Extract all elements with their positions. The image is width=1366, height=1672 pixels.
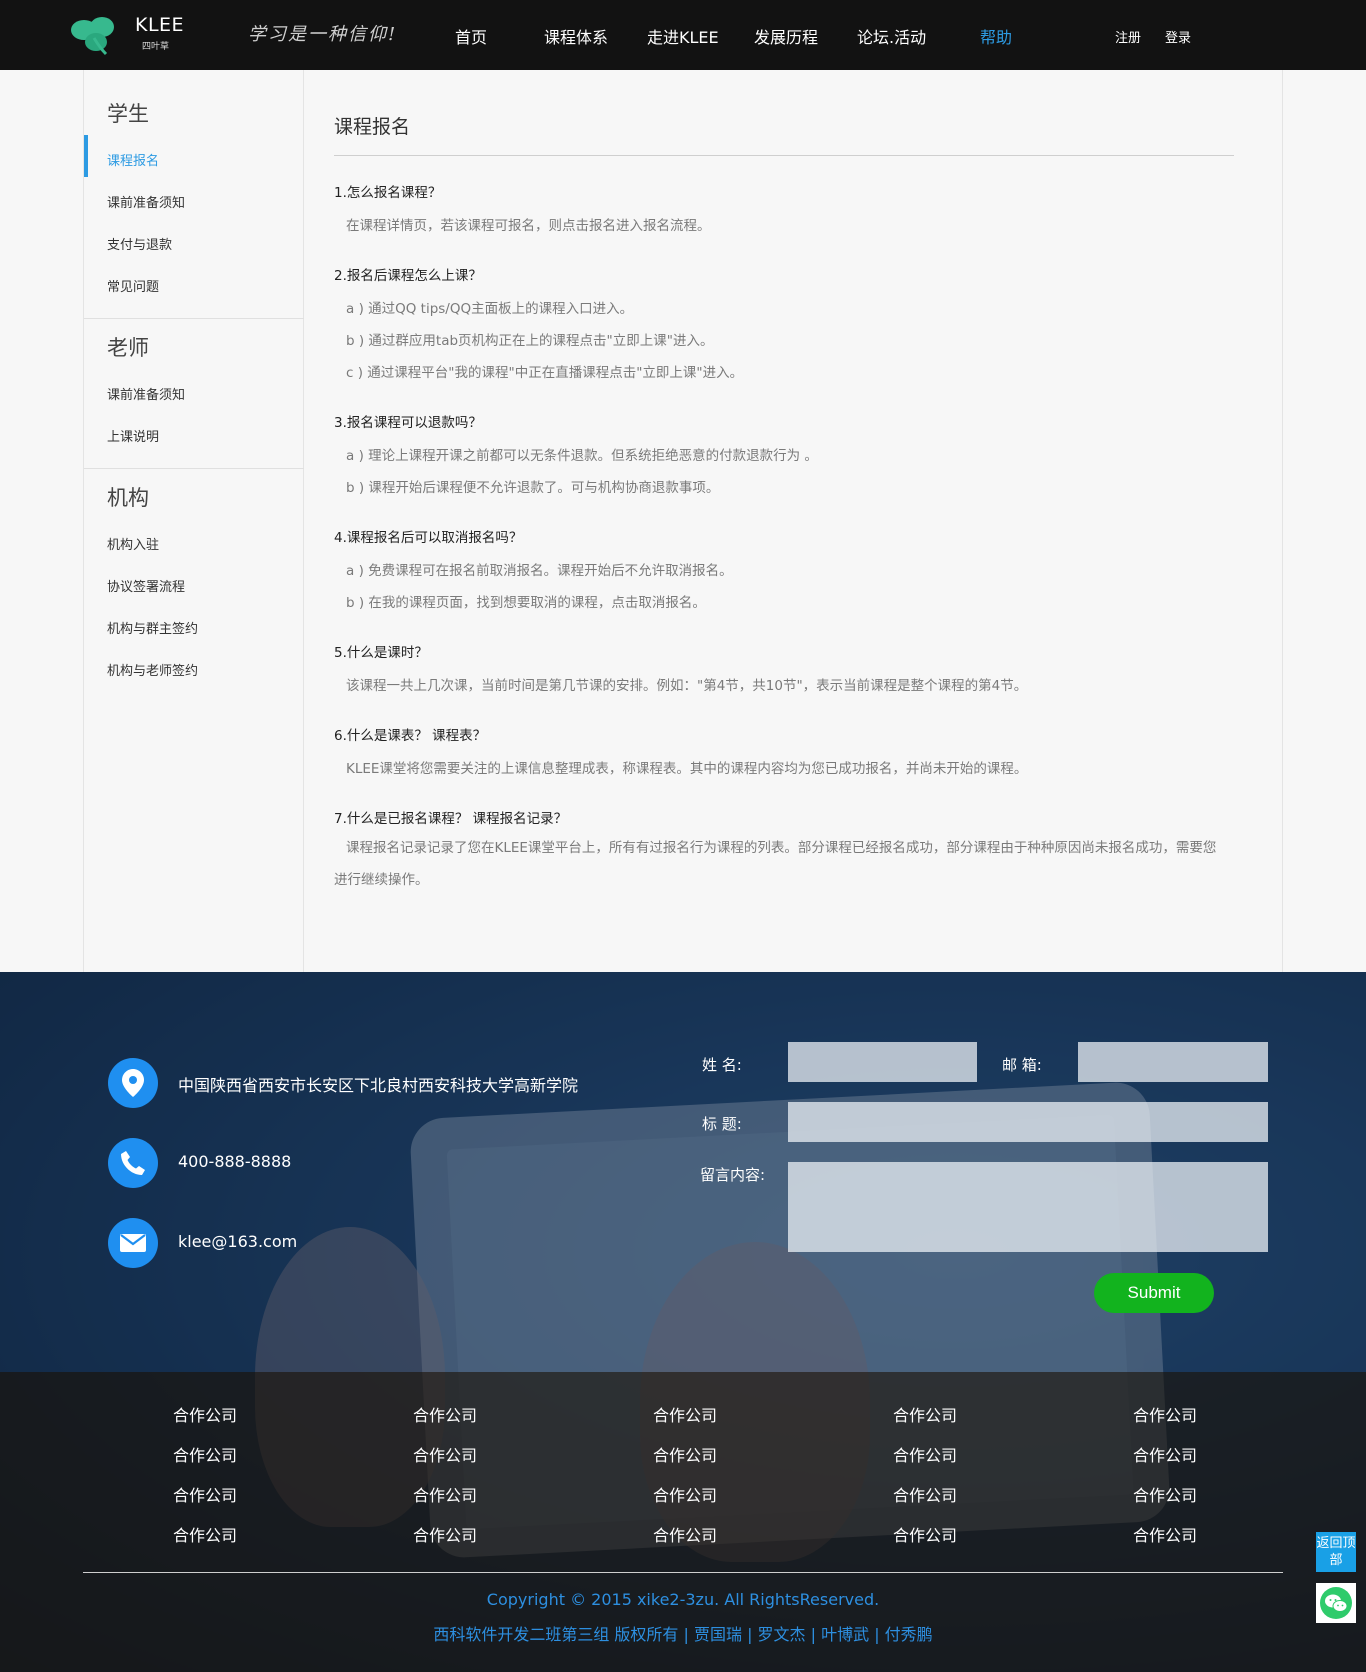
answer: b ) 在我的课程页面，找到想要取消的课程，点击取消报名。 [346,595,706,611]
partner-link[interactable]: 合作公司 [625,1402,745,1426]
login-link[interactable]: 登录 [1165,27,1191,46]
email-label: 邮 箱: [1002,1056,1042,1074]
partner-link[interactable]: 合作公司 [865,1442,985,1466]
partner-link[interactable]: 合作公司 [385,1522,505,1546]
answer: 课程报名记录记录了您在KLEE课堂平台上，所有有过报名行为课程的列表。部分课程已… [334,840,1217,888]
email-input[interactable] [1078,1042,1268,1082]
register-link[interactable]: 注册 [1115,27,1141,46]
partner-link[interactable]: 合作公司 [865,1402,985,1426]
page-title: 课程报名 [334,116,411,138]
sidebar-heading-students: 学生 [107,102,149,126]
partner-link[interactable]: 合作公司 [865,1522,985,1546]
sidebar-item-class-guide[interactable]: 上课说明 [107,426,159,445]
name-label: 姓 名: [702,1056,742,1074]
phone-icon [108,1138,158,1188]
partner-link[interactable]: 合作公司 [145,1482,265,1506]
active-indicator [84,135,88,177]
wechat-button[interactable] [1316,1583,1356,1623]
message-label: 留言内容: [700,1166,766,1184]
partner-link[interactable]: 合作公司 [1105,1402,1225,1426]
answer: c ) 通过课程平台"我的课程"中正在直播课程点击"立即上课"进入。 [346,365,744,381]
answer: 在课程详情页，若该课程可报名，则点击报名进入报名流程。 [346,218,711,234]
nav-help[interactable]: 帮助 [980,24,1012,48]
sidebar-item-institution-join[interactable]: 机构入驻 [107,534,159,553]
title-divider [334,155,1234,156]
credits-text: 西科软件开发二班第三组 版权所有 | 贾国瑞 | 罗文杰 | 叶博武 | 付秀鹏 [433,1625,933,1644]
partner-link[interactable]: 合作公司 [145,1522,265,1546]
sidebar-item-teacher-contract[interactable]: 机构与老师签约 [107,660,198,679]
back-to-top-button[interactable]: 返回顶部 [1316,1532,1356,1572]
nav-history[interactable]: 发展历程 [754,24,818,48]
question: 2.报名后课程怎么上课？ [334,268,482,284]
location-icon [108,1058,158,1108]
help-sidebar: 学生 课程报名 课前准备须知 支付与退款 常见问题 老师 课前准备须知 上课说明… [84,70,304,972]
sidebar-item-faq[interactable]: 常见问题 [107,276,159,295]
question: 4.课程报名后可以取消报名吗？ [334,530,523,546]
contact-address: 中国陕西省西安市长安区下北良村西安科技大学高新学院 [178,1076,579,1095]
partner-link[interactable]: 合作公司 [385,1442,505,1466]
sidebar-divider [84,318,304,319]
answer: KLEE课堂将您需要关注的上课信息整理成表，称课程表。其中的课程内容均为您已成功… [346,761,1028,777]
sidebar-item-payment-refund[interactable]: 支付与退款 [107,234,172,253]
site-header: KLEE 四叶草 学习是一种信仰! 首页 课程体系 走进KLEE 发展历程 论坛… [0,0,1366,70]
contact-phone: 400-888-8888 [178,1152,292,1171]
partner-link[interactable]: 合作公司 [625,1522,745,1546]
answer: 该课程一共上几次课，当前时间是第几节课的安排。例如："第4节，共10节"，表示当… [346,678,1028,694]
site-footer: 中国陕西省西安市长安区下北良村西安科技大学高新学院 400-888-8888 k… [0,972,1366,1672]
mail-icon [108,1218,158,1268]
partner-link[interactable]: 合作公司 [385,1482,505,1506]
footer-divider [83,1572,1283,1573]
answer: b ) 课程开始后课程便不允许退款了。可与机构协商退款事项。 [346,480,720,496]
answer: b ) 通过群应用tab页机构正在上的课程点击"立即上课"进入。 [346,333,714,349]
partner-link[interactable]: 合作公司 [625,1442,745,1466]
name-input[interactable] [788,1042,977,1082]
sidebar-heading-institutions: 机构 [107,486,149,510]
sidebar-item-agreement-flow[interactable]: 协议签署流程 [107,576,185,595]
sidebar-item-teacher-pre-class[interactable]: 课前准备须知 [107,384,185,403]
answer: a ) 免费课程可在报名前取消报名。课程开始后不允许取消报名。 [346,563,733,579]
partner-link[interactable]: 合作公司 [1105,1442,1225,1466]
content-area: 学生 课程报名 课前准备须知 支付与退款 常见问题 老师 课前准备须知 上课说明… [83,70,1283,972]
partners-section: 合作公司 合作公司 合作公司 合作公司 合作公司 合作公司 合作公司 合作公司 … [0,1372,1366,1672]
sidebar-divider [84,468,304,469]
partner-link[interactable]: 合作公司 [1105,1482,1225,1506]
nav-forum[interactable]: 论坛.活动 [857,24,926,48]
partner-link[interactable]: 合作公司 [1105,1522,1225,1546]
partner-link[interactable]: 合作公司 [385,1402,505,1426]
slogan: 学习是一种信仰! [248,24,398,45]
sidebar-item-course-enroll[interactable]: 课程报名 [107,150,159,169]
contact-email: klee@163.com [178,1232,298,1251]
copyright-text: Copyright © 2015 xike2-3zu. All RightsRe… [486,1590,880,1609]
message-textarea[interactable] [788,1162,1268,1252]
partner-link[interactable]: 合作公司 [145,1442,265,1466]
subject-label: 标 题: [702,1115,742,1133]
nav-about[interactable]: 走进KLEE [647,24,719,48]
question: 7.什么是已报名课程？ 课程报名记录？ [334,811,568,827]
sidebar-item-group-owner-contract[interactable]: 机构与群主签约 [107,618,198,637]
nav-courses[interactable]: 课程体系 [544,24,608,48]
logo-text: KLEE [135,14,185,36]
question: 1.怎么报名课程？ [334,185,442,201]
answer: a ) 通过QQ tips/QQ主面板上的课程入口进入。 [346,301,634,317]
wechat-icon [1320,1587,1352,1619]
logo-subtitle: 四叶草 [142,42,170,52]
partner-link[interactable]: 合作公司 [145,1402,265,1426]
answer: a ) 理论上课程开课之前都可以无条件退款。但系统拒绝恶意的付款退款行为 。 [346,448,818,464]
subject-input[interactable] [788,1102,1268,1142]
question: 3.报名课程可以退款吗？ [334,415,482,431]
sidebar-item-pre-class[interactable]: 课前准备须知 [107,192,185,211]
question: 6.什么是课表？ 课程表？ [334,728,487,744]
sidebar-heading-teachers: 老师 [107,336,149,360]
help-article: 课程报名 1.怎么报名课程？ 在课程详情页，若该课程可报名，则点击报名进入报名流… [334,70,1234,972]
partner-link[interactable]: 合作公司 [625,1482,745,1506]
partner-link[interactable]: 合作公司 [865,1482,985,1506]
logo-link[interactable]: KLEE 四叶草 [70,12,200,58]
question: 5.什么是课时？ [334,645,428,661]
clover-logo-icon [71,17,114,56]
submit-button[interactable]: Submit [1094,1273,1214,1313]
nav-home[interactable]: 首页 [455,24,487,48]
